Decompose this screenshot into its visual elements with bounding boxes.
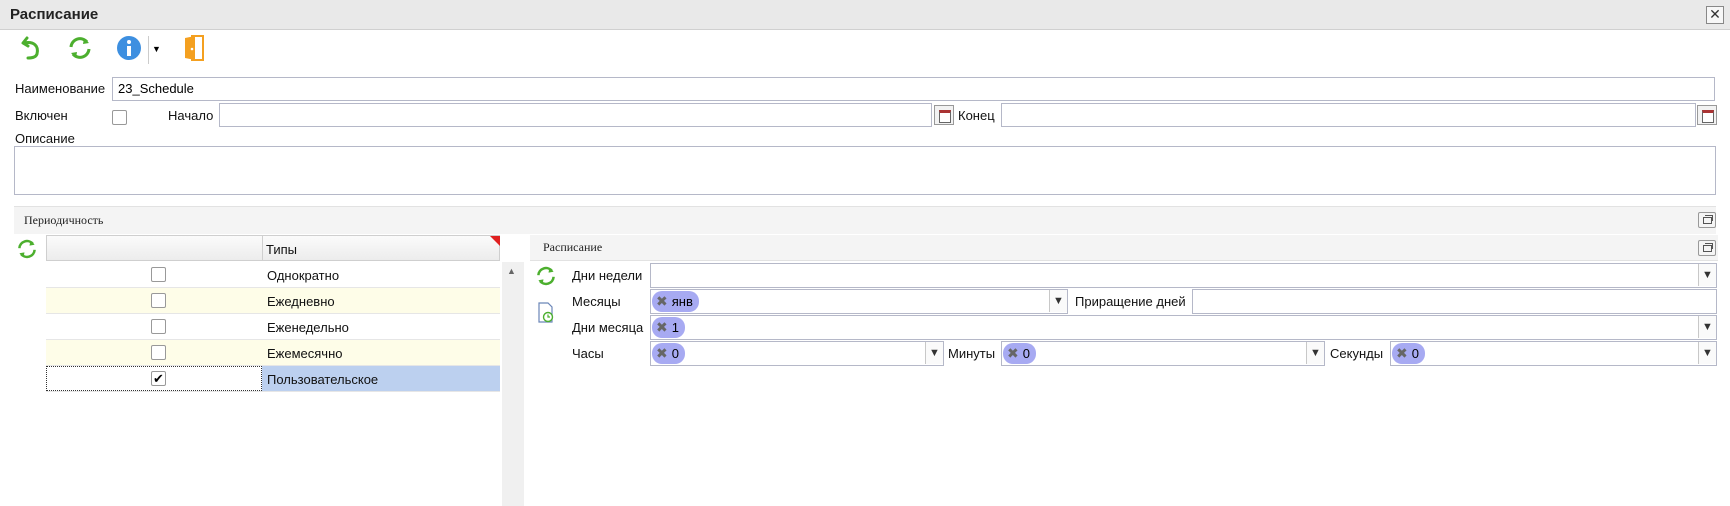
months-label: Месяцы xyxy=(572,294,621,309)
periodicity-title: Периодичность xyxy=(24,213,104,227)
end-calendar-icon[interactable] xyxy=(1697,105,1717,125)
chevron-down-icon[interactable]: ▼ xyxy=(1306,342,1324,364)
row-label: Однократно xyxy=(267,268,340,283)
scroll-up-icon[interactable]: ▲ xyxy=(507,266,516,276)
tag-remove-icon[interactable]: ✖ xyxy=(656,291,668,312)
chevron-down-icon[interactable]: ▼ xyxy=(1698,342,1716,364)
grid-header-types[interactable]: Типы xyxy=(266,242,297,257)
close-button[interactable]: ✕ xyxy=(1706,6,1724,24)
window-titlebar xyxy=(0,0,1730,30)
schedule-title: Расписание xyxy=(543,240,603,254)
start-label: Начало xyxy=(168,108,214,123)
row-checkbox[interactable] xyxy=(151,319,166,334)
name-label: Наименование xyxy=(15,81,106,96)
refresh-icon[interactable] xyxy=(67,35,93,61)
row-label: Пользовательское xyxy=(267,372,379,387)
periodicity-restore-icon[interactable] xyxy=(1698,212,1716,228)
chevron-down-icon[interactable]: ▼ xyxy=(1049,290,1067,312)
weekdays-select[interactable]: ▼ xyxy=(650,263,1717,288)
schedule-document-clock-icon[interactable] xyxy=(537,302,555,324)
minutes-label: Минуты xyxy=(948,346,996,361)
window-title: Расписание xyxy=(10,6,99,23)
tag-remove-icon[interactable]: ✖ xyxy=(656,317,668,338)
toolbar-separator xyxy=(148,36,149,64)
months-tag-value: янв xyxy=(671,294,693,309)
hours-tag[interactable]: ✖ 0 xyxy=(652,343,685,364)
seconds-tag[interactable]: ✖ 0 xyxy=(1392,343,1425,364)
minutes-select[interactable]: ✖ 0 ▼ xyxy=(1001,341,1325,366)
months-select[interactable]: ✖ янв ▼ xyxy=(650,289,1068,314)
schedule-header xyxy=(530,235,1718,261)
minutes-tag-value: 0 xyxy=(1022,346,1030,361)
seconds-select[interactable]: ✖ 0 ▼ xyxy=(1390,341,1717,366)
periodicity-rows: Однократно Ежедневно Еженедельно Ежемеся… xyxy=(46,262,500,392)
undo-arrow-icon[interactable] xyxy=(20,34,44,60)
grid-header-divider xyxy=(262,235,263,261)
description-label: Описание xyxy=(15,131,75,146)
info-dropdown-arrow-icon[interactable]: ▼ xyxy=(152,44,161,54)
schedule-refresh-icon[interactable] xyxy=(535,265,557,287)
row-checkbox[interactable] xyxy=(151,267,166,282)
sort-indicator-icon xyxy=(490,236,500,246)
exit-door-icon[interactable] xyxy=(182,34,206,62)
end-label: Конец xyxy=(958,108,995,123)
row-checkbox[interactable] xyxy=(151,293,166,308)
month-days-select[interactable]: ✖ 1 ▼ xyxy=(650,315,1717,340)
list-item[interactable]: Ежедневно xyxy=(46,288,500,314)
hours-label: Часы xyxy=(572,346,604,361)
month-days-tag-value: 1 xyxy=(671,320,679,335)
start-date-input[interactable] xyxy=(219,103,932,127)
chevron-down-icon[interactable]: ▼ xyxy=(1698,264,1716,286)
enabled-label: Включен xyxy=(15,108,68,123)
row-label: Ежемесячно xyxy=(267,346,343,361)
seconds-label: Секунды xyxy=(1330,346,1384,361)
row-checkbox[interactable] xyxy=(151,345,166,360)
seconds-tag-value: 0 xyxy=(1411,346,1419,361)
months-tag[interactable]: ✖ янв xyxy=(652,291,699,312)
end-date-input[interactable] xyxy=(1001,103,1696,127)
row-checkbox-checked[interactable]: ✔ xyxy=(151,371,166,386)
list-item[interactable]: Еженедельно xyxy=(46,314,500,340)
periodicity-header xyxy=(14,206,1716,234)
schedule-restore-icon[interactable] xyxy=(1698,240,1716,256)
vertical-scrollbar[interactable] xyxy=(502,262,524,506)
row-label: Еженедельно xyxy=(267,320,349,335)
tag-remove-icon[interactable]: ✖ xyxy=(656,343,668,364)
list-item[interactable]: Ежемесячно xyxy=(46,340,500,366)
hours-select[interactable]: ✖ 0 ▼ xyxy=(650,341,944,366)
row-label: Ежедневно xyxy=(267,294,335,309)
chevron-down-icon[interactable]: ▼ xyxy=(925,342,943,364)
day-increment-input[interactable] xyxy=(1192,289,1717,314)
month-days-label: Дни месяца xyxy=(572,320,644,335)
enabled-checkbox[interactable] xyxy=(112,110,127,125)
weekdays-label: Дни недели xyxy=(572,268,643,283)
list-item[interactable]: Однократно xyxy=(46,262,500,288)
chevron-down-icon[interactable]: ▼ xyxy=(1698,316,1716,338)
month-days-tag[interactable]: ✖ 1 xyxy=(652,317,685,338)
minutes-tag[interactable]: ✖ 0 xyxy=(1003,343,1036,364)
tag-remove-icon[interactable]: ✖ xyxy=(1007,343,1019,364)
hours-tag-value: 0 xyxy=(671,346,679,361)
description-textarea[interactable] xyxy=(14,146,1716,195)
list-item-selected[interactable]: ✔ Пользовательское xyxy=(46,366,500,392)
day-increment-label: Приращение дней xyxy=(1075,294,1186,309)
periodicity-refresh-icon[interactable] xyxy=(16,238,38,260)
name-input[interactable]: 23_Schedule xyxy=(112,77,1715,101)
start-calendar-icon[interactable] xyxy=(934,105,954,125)
tag-remove-icon[interactable]: ✖ xyxy=(1396,343,1408,364)
info-icon[interactable] xyxy=(116,35,142,61)
